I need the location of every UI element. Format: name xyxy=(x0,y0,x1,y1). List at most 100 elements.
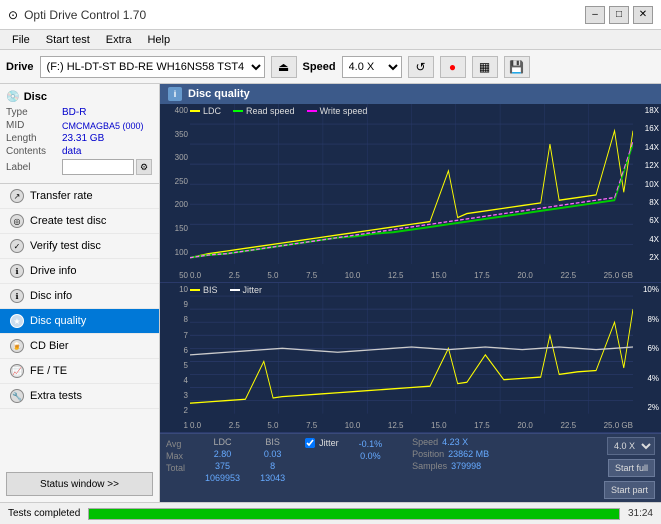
speed-dropdown[interactable]: 4.0 X 2.0 X 1.0 X xyxy=(607,437,655,455)
drive-select[interactable]: (F:) HL-DT-ST BD-RE WH16NS58 TST4 xyxy=(40,56,265,78)
speed-avg-value: 4.23 X xyxy=(442,437,468,447)
start-full-button[interactable]: Start full xyxy=(608,459,655,477)
menu-file[interactable]: File xyxy=(4,33,38,47)
eject-button[interactable]: ⏏ xyxy=(271,56,297,78)
menu-extra[interactable]: Extra xyxy=(98,33,140,47)
top-chart-y-axis: 400 350 300 250 200 150 100 50 xyxy=(160,104,190,282)
close-button[interactable]: ✕ xyxy=(633,6,653,24)
toolbar: Drive (F:) HL-DT-ST BD-RE WH16NS58 TST4 … xyxy=(0,50,661,84)
jitter-checkbox-row: Jitter xyxy=(305,438,339,448)
bis-avg: 0.03 xyxy=(260,449,285,459)
disc-type-row: Type BD-R xyxy=(6,107,153,118)
samples-row: Samples 379998 xyxy=(412,461,489,471)
jitter-avg: -0.1% xyxy=(359,439,383,449)
disc-info-icon: ℹ xyxy=(10,289,24,303)
bottom-chart-y-axis-right: 10% 8% 6% 4% 2% xyxy=(633,283,661,414)
nav-item-disc-info[interactable]: ℹ Disc info xyxy=(0,284,159,309)
drive-info-icon: ℹ xyxy=(10,264,24,278)
disc-label-label: Label xyxy=(6,162,62,173)
samples-value: 379998 xyxy=(451,461,481,471)
nav-item-create-test-disc[interactable]: ◎ Create test disc xyxy=(0,209,159,234)
ldc-total: 1069953 xyxy=(205,473,240,483)
transfer-rate-icon: ↗ xyxy=(10,189,24,203)
chart-header: i Disc quality xyxy=(160,84,661,104)
legend-write-speed: Write speed xyxy=(307,106,368,116)
stats-labels: Avg Max Total xyxy=(166,437,185,473)
bottom-chart-svg xyxy=(190,283,633,414)
speed-row: Speed 4.23 X xyxy=(412,437,489,447)
refresh-button[interactable]: ↺ xyxy=(408,56,434,78)
nav-item-disc-quality[interactable]: ★ Disc quality xyxy=(0,309,159,334)
nav-label-fe-te: FE / TE xyxy=(30,365,67,377)
ldc-max: 375 xyxy=(205,461,240,471)
nav-item-verify-test-disc[interactable]: ✓ Verify test disc xyxy=(0,234,159,259)
nav-item-extra-tests[interactable]: 🔧 Extra tests xyxy=(0,384,159,409)
disc-mid-value: CMCMAGBA5 (000) xyxy=(62,121,144,131)
disc-mid-label: MID xyxy=(6,120,62,131)
nav-label-disc-info: Disc info xyxy=(30,290,72,302)
nav-label-create-test-disc: Create test disc xyxy=(30,215,106,227)
main-content: 💿 Disc Type BD-R MID CMCMAGBA5 (000) Len… xyxy=(0,84,661,502)
ldc-avg: 2.80 xyxy=(205,449,240,459)
app-title: Opti Drive Control 1.70 xyxy=(24,8,146,22)
start-part-button[interactable]: Start part xyxy=(604,481,655,499)
save-button[interactable]: 💾 xyxy=(504,56,530,78)
sidebar: 💿 Disc Type BD-R MID CMCMAGBA5 (000) Len… xyxy=(0,84,160,502)
disc-label-input[interactable] xyxy=(62,159,134,175)
disc-label-button[interactable]: ⚙ xyxy=(136,159,152,175)
right-panel: i Disc quality LDC Read speed xyxy=(160,84,661,502)
app-icon: ⊙ xyxy=(8,8,18,22)
charts-container: LDC Read speed Write speed 400 350 300 xyxy=(160,104,661,502)
disc-quality-icon: ★ xyxy=(10,314,24,328)
nav-label-drive-info: Drive info xyxy=(30,265,76,277)
create-test-disc-icon: ◎ xyxy=(10,214,24,228)
ldc-header: LDC xyxy=(205,437,240,447)
drive-label: Drive xyxy=(6,61,34,73)
extra-tests-icon: 🔧 xyxy=(10,389,24,403)
speed-control-row: 4.0 X 2.0 X 1.0 X xyxy=(607,437,655,455)
nav-item-cd-bier[interactable]: 🍺 CD Bier xyxy=(0,334,159,359)
bis-header: BIS xyxy=(260,437,285,447)
record-button[interactable]: ● xyxy=(440,56,466,78)
menu-help[interactable]: Help xyxy=(139,33,178,47)
status-time: 31:24 xyxy=(628,508,653,519)
titlebar-left: ⊙ Opti Drive Control 1.70 xyxy=(8,8,146,22)
jitter-header: Jitter xyxy=(319,438,339,448)
bis-stats: BIS 0.03 8 13043 xyxy=(260,437,285,483)
menubar: File Start test Extra Help xyxy=(0,30,661,50)
progress-bar-fill xyxy=(89,509,619,519)
progress-bar xyxy=(88,508,620,520)
nav-item-fe-te[interactable]: 📈 FE / TE xyxy=(0,359,159,384)
stats-bar: Avg Max Total LDC 2.80 375 1069953 BIS 0… xyxy=(160,433,661,502)
disc-length-value: 23.31 GB xyxy=(62,133,104,144)
legend-jitter: Jitter xyxy=(230,285,263,295)
nav-item-drive-info[interactable]: ℹ Drive info xyxy=(0,259,159,284)
chart-header-icon: i xyxy=(168,87,182,101)
menu-start-test[interactable]: Start test xyxy=(38,33,98,47)
nav-label-cd-bier: CD Bier xyxy=(30,340,69,352)
maximize-button[interactable]: □ xyxy=(609,6,629,24)
legend-ldc: LDC xyxy=(190,106,221,116)
bis-total: 13043 xyxy=(260,473,285,483)
disc-header-title: Disc xyxy=(24,91,47,103)
top-chart-x-axis: 0.0 2.5 5.0 7.5 10.0 12.5 15.0 17.5 20.0… xyxy=(190,271,633,280)
speed-select[interactable]: 4.0 X xyxy=(342,56,402,78)
status-window-button[interactable]: Status window >> xyxy=(6,472,153,496)
disc-contents-label: Contents xyxy=(6,146,62,157)
disc-type-label: Type xyxy=(6,107,62,118)
chart-title: Disc quality xyxy=(188,88,250,100)
nav-label-transfer-rate: Transfer rate xyxy=(30,190,93,202)
statusbar: Tests completed 31:24 xyxy=(0,502,661,524)
disc-length-label: Length xyxy=(6,133,62,144)
chart-button[interactable]: ▦ xyxy=(472,56,498,78)
titlebar-controls: – □ ✕ xyxy=(585,6,653,24)
nav-item-transfer-rate[interactable]: ↗ Transfer rate xyxy=(0,184,159,209)
disc-type-value: BD-R xyxy=(62,107,86,118)
disc-contents-row: Contents data xyxy=(6,146,153,157)
status-text: Tests completed xyxy=(8,508,80,519)
minimize-button[interactable]: – xyxy=(585,6,605,24)
nav-label-extra-tests: Extra tests xyxy=(30,390,82,402)
position-value: 23862 MB xyxy=(448,449,489,459)
speed-label: Speed xyxy=(303,61,336,73)
jitter-checkbox[interactable] xyxy=(305,438,315,448)
